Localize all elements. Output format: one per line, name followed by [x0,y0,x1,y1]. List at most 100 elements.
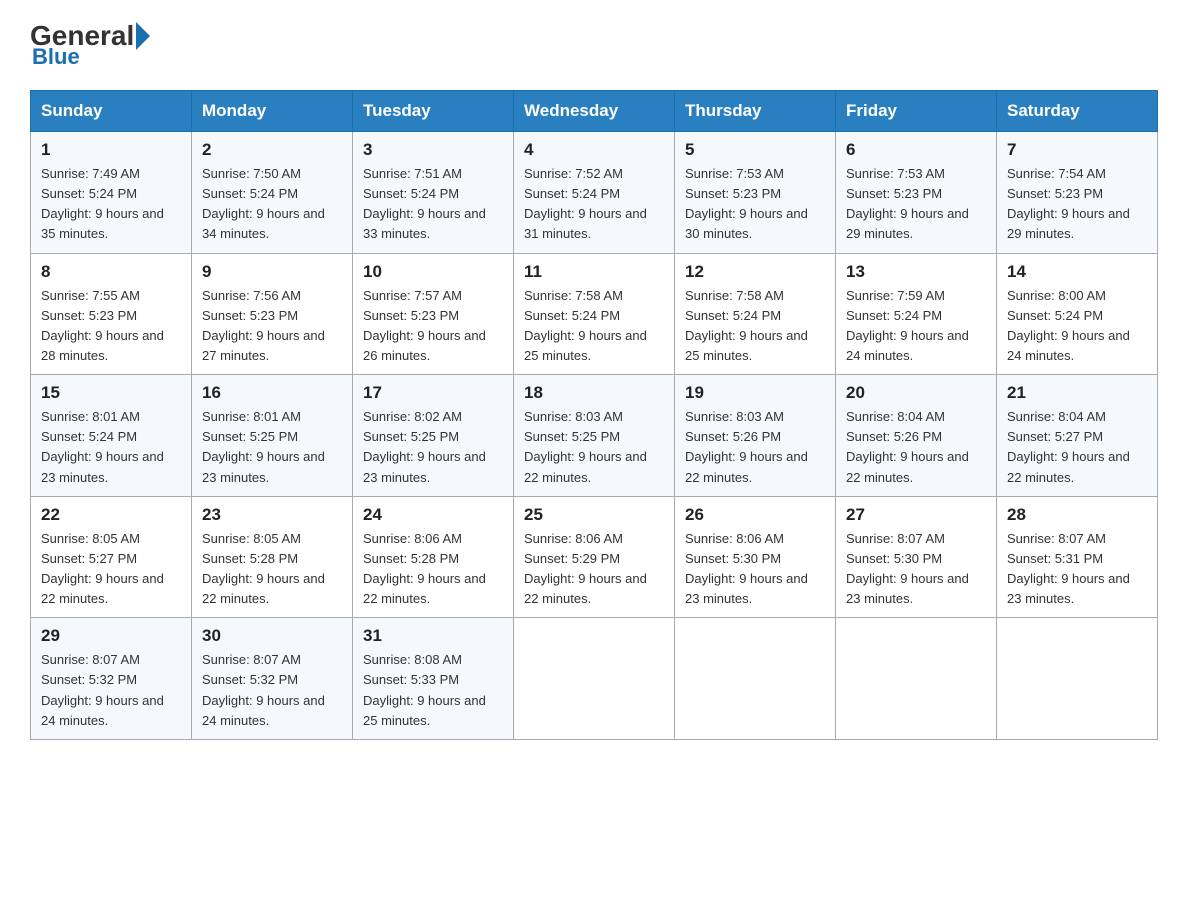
day-number: 8 [41,262,181,282]
day-info: Sunrise: 8:07 AM Sunset: 5:31 PM Dayligh… [1007,529,1147,610]
day-cell: 7 Sunrise: 7:54 AM Sunset: 5:23 PM Dayli… [997,132,1158,254]
day-number: 20 [846,383,986,403]
day-cell: 31 Sunrise: 8:08 AM Sunset: 5:33 PM Dayl… [353,618,514,740]
day-number: 5 [685,140,825,160]
day-cell: 25 Sunrise: 8:06 AM Sunset: 5:29 PM Dayl… [514,496,675,618]
day-number: 24 [363,505,503,525]
day-cell: 18 Sunrise: 8:03 AM Sunset: 5:25 PM Dayl… [514,375,675,497]
day-info: Sunrise: 7:54 AM Sunset: 5:23 PM Dayligh… [1007,164,1147,245]
day-info: Sunrise: 8:02 AM Sunset: 5:25 PM Dayligh… [363,407,503,488]
day-cell: 15 Sunrise: 8:01 AM Sunset: 5:24 PM Dayl… [31,375,192,497]
logo-blue-text: Blue [30,44,80,70]
logo: General Blue [30,20,152,70]
day-cell: 26 Sunrise: 8:06 AM Sunset: 5:30 PM Dayl… [675,496,836,618]
week-row-5: 29 Sunrise: 8:07 AM Sunset: 5:32 PM Dayl… [31,618,1158,740]
day-number: 22 [41,505,181,525]
day-cell: 11 Sunrise: 7:58 AM Sunset: 5:24 PM Dayl… [514,253,675,375]
day-info: Sunrise: 8:01 AM Sunset: 5:25 PM Dayligh… [202,407,342,488]
day-info: Sunrise: 7:49 AM Sunset: 5:24 PM Dayligh… [41,164,181,245]
day-number: 25 [524,505,664,525]
day-number: 10 [363,262,503,282]
week-row-1: 1 Sunrise: 7:49 AM Sunset: 5:24 PM Dayli… [31,132,1158,254]
day-number: 21 [1007,383,1147,403]
day-cell: 1 Sunrise: 7:49 AM Sunset: 5:24 PM Dayli… [31,132,192,254]
logo-triangle-icon [136,22,150,50]
day-number: 12 [685,262,825,282]
day-cell: 20 Sunrise: 8:04 AM Sunset: 5:26 PM Dayl… [836,375,997,497]
day-number: 6 [846,140,986,160]
day-info: Sunrise: 8:06 AM Sunset: 5:30 PM Dayligh… [685,529,825,610]
day-info: Sunrise: 7:57 AM Sunset: 5:23 PM Dayligh… [363,286,503,367]
day-info: Sunrise: 8:08 AM Sunset: 5:33 PM Dayligh… [363,650,503,731]
day-cell [836,618,997,740]
day-info: Sunrise: 8:06 AM Sunset: 5:28 PM Dayligh… [363,529,503,610]
day-number: 7 [1007,140,1147,160]
day-number: 31 [363,626,503,646]
day-info: Sunrise: 7:55 AM Sunset: 5:23 PM Dayligh… [41,286,181,367]
day-cell: 4 Sunrise: 7:52 AM Sunset: 5:24 PM Dayli… [514,132,675,254]
day-info: Sunrise: 7:58 AM Sunset: 5:24 PM Dayligh… [685,286,825,367]
day-cell: 9 Sunrise: 7:56 AM Sunset: 5:23 PM Dayli… [192,253,353,375]
day-info: Sunrise: 8:04 AM Sunset: 5:26 PM Dayligh… [846,407,986,488]
day-info: Sunrise: 8:07 AM Sunset: 5:32 PM Dayligh… [202,650,342,731]
day-number: 26 [685,505,825,525]
day-cell: 21 Sunrise: 8:04 AM Sunset: 5:27 PM Dayl… [997,375,1158,497]
day-number: 30 [202,626,342,646]
day-info: Sunrise: 7:52 AM Sunset: 5:24 PM Dayligh… [524,164,664,245]
day-cell [997,618,1158,740]
week-row-2: 8 Sunrise: 7:55 AM Sunset: 5:23 PM Dayli… [31,253,1158,375]
day-info: Sunrise: 7:56 AM Sunset: 5:23 PM Dayligh… [202,286,342,367]
week-row-4: 22 Sunrise: 8:05 AM Sunset: 5:27 PM Dayl… [31,496,1158,618]
day-number: 19 [685,383,825,403]
day-info: Sunrise: 7:50 AM Sunset: 5:24 PM Dayligh… [202,164,342,245]
col-header-monday: Monday [192,91,353,132]
day-number: 1 [41,140,181,160]
day-cell: 12 Sunrise: 7:58 AM Sunset: 5:24 PM Dayl… [675,253,836,375]
col-header-wednesday: Wednesday [514,91,675,132]
page-header: General Blue [30,20,1158,70]
day-number: 9 [202,262,342,282]
day-cell: 22 Sunrise: 8:05 AM Sunset: 5:27 PM Dayl… [31,496,192,618]
day-info: Sunrise: 8:03 AM Sunset: 5:26 PM Dayligh… [685,407,825,488]
day-number: 29 [41,626,181,646]
day-number: 16 [202,383,342,403]
day-number: 4 [524,140,664,160]
day-info: Sunrise: 8:00 AM Sunset: 5:24 PM Dayligh… [1007,286,1147,367]
day-info: Sunrise: 8:05 AM Sunset: 5:27 PM Dayligh… [41,529,181,610]
day-number: 27 [846,505,986,525]
day-info: Sunrise: 7:58 AM Sunset: 5:24 PM Dayligh… [524,286,664,367]
day-cell: 6 Sunrise: 7:53 AM Sunset: 5:23 PM Dayli… [836,132,997,254]
day-info: Sunrise: 7:51 AM Sunset: 5:24 PM Dayligh… [363,164,503,245]
col-header-sunday: Sunday [31,91,192,132]
day-cell: 17 Sunrise: 8:02 AM Sunset: 5:25 PM Dayl… [353,375,514,497]
day-cell: 14 Sunrise: 8:00 AM Sunset: 5:24 PM Dayl… [997,253,1158,375]
day-info: Sunrise: 8:07 AM Sunset: 5:32 PM Dayligh… [41,650,181,731]
day-cell: 27 Sunrise: 8:07 AM Sunset: 5:30 PM Dayl… [836,496,997,618]
day-cell: 13 Sunrise: 7:59 AM Sunset: 5:24 PM Dayl… [836,253,997,375]
day-info: Sunrise: 8:06 AM Sunset: 5:29 PM Dayligh… [524,529,664,610]
day-cell: 3 Sunrise: 7:51 AM Sunset: 5:24 PM Dayli… [353,132,514,254]
day-cell: 2 Sunrise: 7:50 AM Sunset: 5:24 PM Dayli… [192,132,353,254]
day-info: Sunrise: 8:05 AM Sunset: 5:28 PM Dayligh… [202,529,342,610]
header-row: SundayMondayTuesdayWednesdayThursdayFrid… [31,91,1158,132]
col-header-tuesday: Tuesday [353,91,514,132]
day-cell: 24 Sunrise: 8:06 AM Sunset: 5:28 PM Dayl… [353,496,514,618]
calendar-table: SundayMondayTuesdayWednesdayThursdayFrid… [30,90,1158,740]
col-header-friday: Friday [836,91,997,132]
day-cell: 10 Sunrise: 7:57 AM Sunset: 5:23 PM Dayl… [353,253,514,375]
day-cell [514,618,675,740]
day-number: 28 [1007,505,1147,525]
day-cell: 30 Sunrise: 8:07 AM Sunset: 5:32 PM Dayl… [192,618,353,740]
day-info: Sunrise: 7:53 AM Sunset: 5:23 PM Dayligh… [685,164,825,245]
day-info: Sunrise: 7:53 AM Sunset: 5:23 PM Dayligh… [846,164,986,245]
day-info: Sunrise: 8:04 AM Sunset: 5:27 PM Dayligh… [1007,407,1147,488]
day-info: Sunrise: 8:01 AM Sunset: 5:24 PM Dayligh… [41,407,181,488]
day-cell: 8 Sunrise: 7:55 AM Sunset: 5:23 PM Dayli… [31,253,192,375]
day-number: 14 [1007,262,1147,282]
col-header-saturday: Saturday [997,91,1158,132]
day-number: 23 [202,505,342,525]
col-header-thursday: Thursday [675,91,836,132]
day-info: Sunrise: 8:07 AM Sunset: 5:30 PM Dayligh… [846,529,986,610]
day-number: 13 [846,262,986,282]
day-number: 17 [363,383,503,403]
